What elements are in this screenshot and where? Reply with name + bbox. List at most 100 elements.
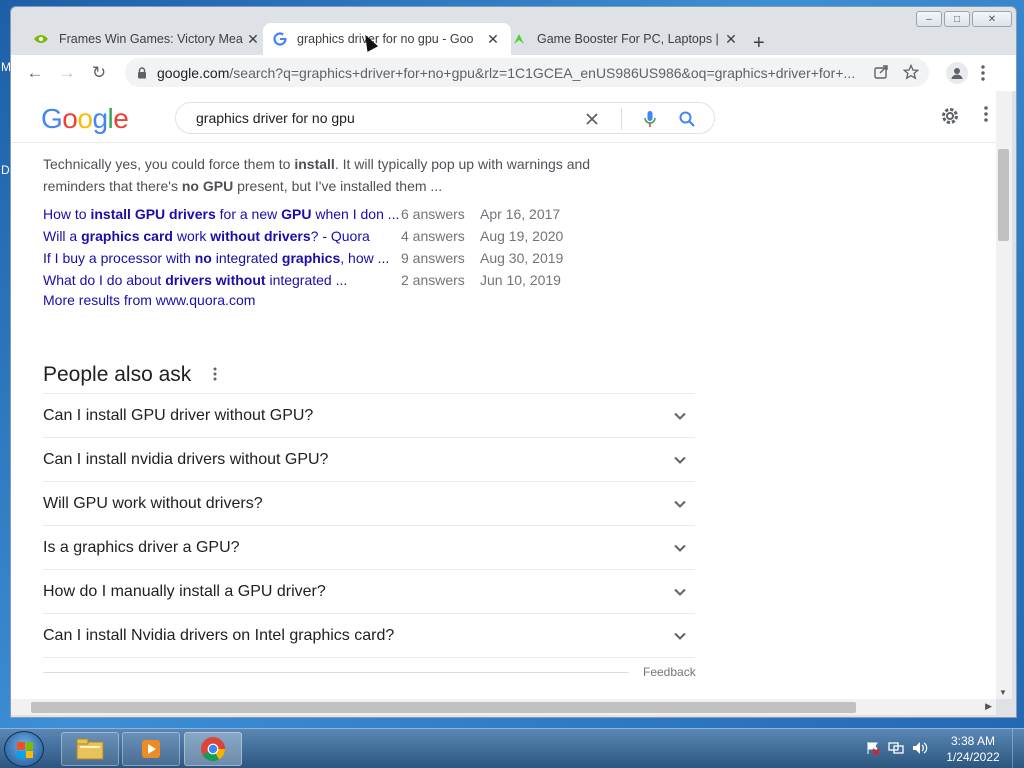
result-date: Aug 19, 2020 <box>480 228 564 244</box>
address-bar[interactable]: google.com /search?q=graphics+driver+for… <box>125 58 929 87</box>
result-snippet: Technically yes, you could force them to… <box>43 156 591 194</box>
sub-result-link[interactable]: Will a graphics card work without driver… <box>43 228 401 244</box>
paa-question-text: Can I install GPU driver without GPU? <box>43 406 314 424</box>
action-center-flag-icon[interactable] <box>866 741 880 755</box>
tab-game-booster[interactable]: Game Booster For PC, Laptops | F ✕ <box>501 23 749 55</box>
answer-count: 6 answers <box>401 206 465 222</box>
chevron-down-icon[interactable] <box>673 629 687 643</box>
paa-question[interactable]: Can I install Nvidia drivers on Intel gr… <box>43 614 695 658</box>
tab-close-icon[interactable]: ✕ <box>485 31 501 48</box>
file-explorer-taskbar-button[interactable] <box>61 732 119 766</box>
url-host: google.com <box>157 64 230 81</box>
tab-close-icon[interactable]: ✕ <box>245 31 261 48</box>
paa-question[interactable]: Can I install nvidia drivers without GPU… <box>43 438 695 482</box>
people-also-ask-list: Can I install GPU driver without GPU? Can… <box>43 393 695 658</box>
nvidia-favicon <box>34 35 48 43</box>
chevron-down-icon[interactable] <box>673 497 687 511</box>
url-path: /search?q=graphics+driver+for+no+gpu&rlz… <box>229 64 856 81</box>
taskbar-clock[interactable]: 3:38 AM 1/24/2022 <box>938 733 1008 765</box>
desktop-icon-label: D <box>1 163 10 177</box>
tab-title: Game Booster For PC, Laptops | F <box>537 32 723 46</box>
paa-question-text: Is a graphics driver a GPU? <box>43 538 240 556</box>
paa-options-icon[interactable] <box>213 367 217 381</box>
system-tray <box>866 741 928 755</box>
search-icon[interactable] <box>678 110 696 128</box>
share-icon[interactable] <box>873 64 889 80</box>
browser-toolbar: ← → ↻ google.com /search?q=graphics+driv… <box>11 55 1016 91</box>
paa-question-text: Can I install Nvidia drivers on Intel gr… <box>43 626 395 644</box>
chrome-taskbar-button[interactable] <box>184 732 242 766</box>
search-box[interactable]: graphics driver for no gpu <box>175 102 715 134</box>
clear-search-icon[interactable] <box>585 112 599 126</box>
media-player-taskbar-button[interactable] <box>122 732 180 766</box>
vertical-scrollbar[interactable]: ▼ <box>996 91 1012 699</box>
tab-close-icon[interactable]: ✕ <box>723 31 739 48</box>
google-logo[interactable]: Google <box>41 103 129 135</box>
file-explorer-icon <box>76 738 104 760</box>
reload-button[interactable]: ↻ <box>83 63 115 83</box>
sub-result-link[interactable]: How to install GPU drivers for a new GPU… <box>43 206 401 222</box>
answer-count: 4 answers <box>401 228 465 244</box>
search-query[interactable]: graphics driver for no gpu <box>196 110 355 126</box>
bookmark-star-icon[interactable] <box>903 64 919 80</box>
windows-logo-icon <box>17 742 33 758</box>
logo-letter: e <box>113 103 129 134</box>
sub-result-row: Will a graphics card work without driver… <box>43 225 563 247</box>
tab-frames-win-games[interactable]: Frames Win Games: Victory Mea ✕ <box>23 23 271 55</box>
chevron-down-icon[interactable] <box>673 541 687 555</box>
sub-result-link[interactable]: What do I do about drivers without integ… <box>43 272 401 288</box>
paa-question-text: How do I manually install a GPU driver? <box>43 582 326 600</box>
feedback-divider <box>43 672 629 673</box>
answer-count: 2 answers <box>401 272 465 288</box>
tab-title: graphics driver for no gpu - Goo <box>297 32 474 46</box>
media-player-icon <box>142 740 160 758</box>
quora-sub-results: How to install GPU drivers for a new GPU… <box>43 203 563 308</box>
chrome-menu-icon[interactable] <box>981 65 985 81</box>
sub-result-row: How to install GPU drivers for a new GPU… <box>43 203 563 225</box>
horizontal-scroll-thumb[interactable] <box>31 702 856 713</box>
page-content: Google graphics driver for no gpu Techni… <box>11 91 996 699</box>
chevron-down-icon[interactable] <box>673 409 687 423</box>
razer-favicon <box>514 34 524 44</box>
more-options-icon[interactable] <box>984 105 988 123</box>
paa-question[interactable]: Is a graphics driver a GPU? <box>43 526 695 570</box>
paa-question[interactable]: How do I manually install a GPU driver? <box>43 570 695 614</box>
logo-letter: g <box>92 103 108 134</box>
microphone-icon[interactable] <box>644 110 656 128</box>
tab-google-search[interactable]: graphics driver for no gpu - Goo ✕ <box>263 23 511 55</box>
horizontal-scrollbar[interactable]: ▶ <box>11 699 996 715</box>
scroll-down-arrow-icon[interactable]: ▼ <box>999 688 1007 697</box>
chevron-down-icon[interactable] <box>673 453 687 467</box>
tab-title: Frames Win Games: Victory Mea <box>59 32 243 46</box>
logo-letter: o <box>62 103 78 134</box>
show-desktop-button[interactable] <box>1012 729 1024 768</box>
settings-gear-icon[interactable] <box>939 105 961 127</box>
back-button[interactable]: ← <box>19 63 51 83</box>
new-tab-button[interactable]: + <box>753 32 765 55</box>
sub-result-row: What do I do about drivers without integ… <box>43 269 563 291</box>
result-date: Jun 10, 2019 <box>480 272 561 288</box>
chevron-down-icon[interactable] <box>673 585 687 599</box>
logo-letter: G <box>41 103 63 134</box>
vertical-scroll-thumb[interactable] <box>998 149 1009 241</box>
volume-icon[interactable] <box>912 741 928 755</box>
more-results-link[interactable]: More results from www.quora.com <box>43 292 563 308</box>
sub-result-link[interactable]: If I buy a processor with no integrated … <box>43 250 401 266</box>
network-icon[interactable] <box>888 741 904 755</box>
answer-count: 9 answers <box>401 250 465 266</box>
paa-question-text: Can I install nvidia drivers without GPU… <box>43 450 329 468</box>
sub-result-row: If I buy a processor with no integrated … <box>43 247 563 269</box>
people-also-ask-heading: People also ask <box>43 363 192 386</box>
chrome-window: ‒ □ ✕ Frames Win Games: Victory Mea ✕ gr… <box>10 6 1017 718</box>
scroll-right-arrow-icon[interactable]: ▶ <box>985 701 992 712</box>
feedback-link[interactable]: Feedback <box>643 665 696 679</box>
paa-question[interactable]: Will GPU work without drivers? <box>43 482 695 526</box>
paa-question[interactable]: Can I install GPU driver without GPU? <box>43 394 695 438</box>
profile-avatar-icon[interactable] <box>946 62 968 84</box>
forward-button[interactable]: → <box>51 63 83 83</box>
taskbar: 3:38 AM 1/24/2022 <box>0 728 1024 768</box>
lock-icon[interactable] <box>137 66 147 79</box>
google-favicon <box>273 32 287 46</box>
clock-date: 1/24/2022 <box>946 750 1000 764</box>
start-button[interactable] <box>4 731 44 767</box>
